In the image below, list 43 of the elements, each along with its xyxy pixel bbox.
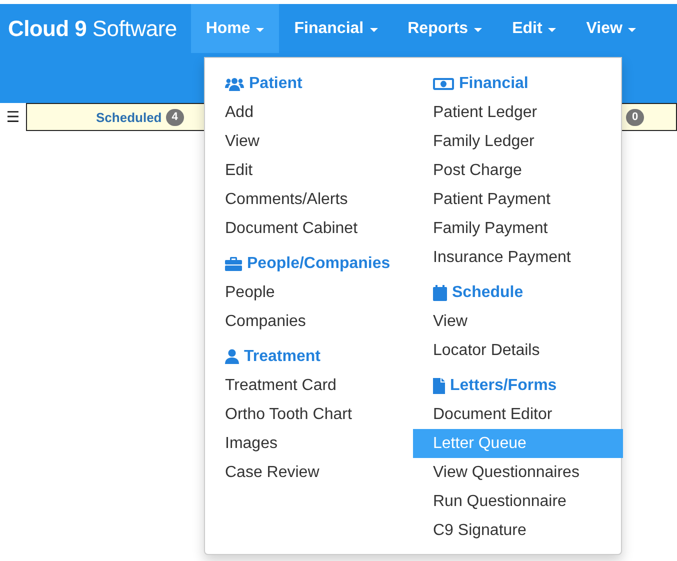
count-badge: 4 <box>166 108 184 126</box>
caret-icon <box>370 28 378 32</box>
caret-icon <box>548 28 556 32</box>
menu-section-header: Schedule <box>452 284 524 302</box>
menu-item[interactable]: Post Charge <box>413 156 623 185</box>
menu-item[interactable]: Edit <box>205 156 413 185</box>
menu-item[interactable]: Document Cabinet <box>205 214 413 243</box>
menu-section-header: Patient <box>249 74 302 92</box>
document-icon <box>433 378 445 394</box>
menu-section-header: People/Companies <box>247 254 390 272</box>
menu-item[interactable]: Family Ledger <box>413 127 623 156</box>
menu-item[interactable]: Insurance Payment <box>413 243 623 272</box>
banknote-icon <box>433 78 454 90</box>
menu-item[interactable]: Images <box>205 429 413 458</box>
menu-item[interactable]: Case Review <box>205 458 413 487</box>
caret-icon <box>256 28 264 32</box>
menu-section-header: Treatment <box>244 348 320 366</box>
menu-item[interactable]: Family Payment <box>413 214 623 243</box>
menu-item[interactable]: View <box>413 307 623 336</box>
menu-item[interactable]: Comments/Alerts <box>205 185 413 214</box>
menu-item[interactable]: View Questionnaires <box>413 458 623 487</box>
status-label: Scheduled <box>96 110 162 124</box>
menu-item[interactable]: People <box>205 278 413 307</box>
caret-icon <box>628 28 636 32</box>
menu-section-header: Financial <box>459 74 528 92</box>
count-badge: 0 <box>626 108 644 126</box>
calendar-icon <box>433 284 447 300</box>
caret-icon <box>474 28 482 32</box>
menu-item[interactable]: Treatment Card <box>205 371 413 400</box>
menu-item[interactable]: Ortho Tooth Chart <box>205 400 413 429</box>
menu-item[interactable]: Locator Details <box>413 336 623 365</box>
menu-section-header: Letters/Forms <box>450 376 557 394</box>
users-icon <box>225 76 244 90</box>
menu-item[interactable]: C9 Signature <box>413 516 623 545</box>
menu-item[interactable]: Add <box>205 98 413 127</box>
menu-item[interactable]: Document Editor <box>413 400 623 429</box>
menu-item[interactable]: Patient Payment <box>413 185 623 214</box>
menu-item[interactable]: Run Questionnaire <box>413 487 623 516</box>
menu-item[interactable]: Patient Ledger <box>413 98 623 127</box>
user-icon <box>225 349 239 364</box>
briefcase-icon <box>225 256 242 270</box>
menu-item[interactable]: View <box>205 127 413 156</box>
menu-item[interactable]: Companies <box>205 307 413 336</box>
